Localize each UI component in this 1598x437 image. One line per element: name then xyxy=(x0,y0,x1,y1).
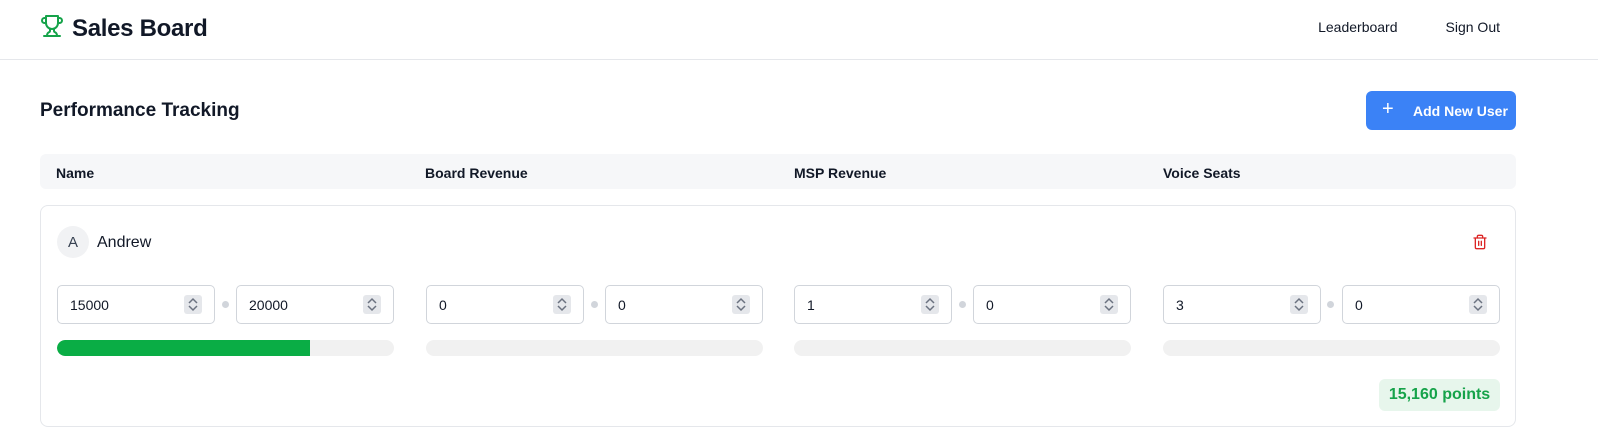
nav-sign-out-link[interactable]: Sign Out xyxy=(1446,19,1500,35)
voice-seats-actual-input[interactable]: 1 xyxy=(794,285,952,324)
input-value: 15000 xyxy=(70,297,109,313)
spinner-arrows-icon[interactable] xyxy=(1100,295,1118,314)
separator-dot xyxy=(959,301,966,308)
trophy-icon xyxy=(40,14,64,43)
input-value: 0 xyxy=(1355,297,1363,313)
msp-revenue-progress-bar xyxy=(426,340,763,356)
msp-revenue-actual-input[interactable]: 0 xyxy=(426,285,584,324)
points-badge: 15,160 points xyxy=(1379,379,1500,411)
table-header: Name Board Revenue MSP Revenue Voice Sea… xyxy=(40,154,1516,189)
board-revenue-target-input[interactable]: 20000 xyxy=(236,285,394,324)
brand[interactable]: Sales Board xyxy=(40,14,208,43)
voice-seats-progress-bar xyxy=(794,340,1131,356)
input-value: 0 xyxy=(986,297,994,313)
top-nav: Leaderboard Sign Out xyxy=(1318,19,1500,35)
spinner-arrows-icon[interactable] xyxy=(363,295,381,314)
board-revenue-progress-bar xyxy=(57,340,394,356)
extra-metric-actual-input[interactable]: 3 xyxy=(1163,285,1321,324)
input-value: 0 xyxy=(618,297,626,313)
spinner-arrows-icon[interactable] xyxy=(1469,295,1487,314)
page-title: Performance Tracking xyxy=(40,100,240,121)
spinner-arrows-icon[interactable] xyxy=(1290,295,1308,314)
nav-leaderboard-link[interactable]: Leaderboard xyxy=(1318,19,1397,35)
plus-icon: + xyxy=(1382,98,1394,120)
column-header-msp-revenue: MSP Revenue xyxy=(794,165,887,181)
user-card: A Andrew 15000 20000 0 0 1 0 3 0 15,160 … xyxy=(40,205,1516,427)
input-value: 1 xyxy=(807,297,815,313)
spinner-arrows-icon[interactable] xyxy=(553,295,571,314)
progress-fill xyxy=(57,340,310,356)
separator-dot xyxy=(1327,301,1334,308)
input-value: 3 xyxy=(1176,297,1184,313)
voice-seats-target-input[interactable]: 0 xyxy=(973,285,1131,324)
add-new-user-label: Add New User xyxy=(1413,103,1508,119)
extra-metric-progress-bar xyxy=(1163,340,1500,356)
extra-metric-target-input[interactable]: 0 xyxy=(1342,285,1500,324)
column-header-board-revenue: Board Revenue xyxy=(425,165,528,181)
spinner-arrows-icon[interactable] xyxy=(184,295,202,314)
add-new-user-button[interactable]: + Add New User xyxy=(1366,91,1516,130)
top-navbar: Sales Board Leaderboard Sign Out xyxy=(0,0,1598,60)
spinner-arrows-icon[interactable] xyxy=(732,295,750,314)
spinner-arrows-icon[interactable] xyxy=(921,295,939,314)
user-name: Andrew xyxy=(97,234,152,251)
separator-dot xyxy=(222,301,229,308)
trash-icon[interactable] xyxy=(1472,234,1488,250)
avatar: A xyxy=(57,226,89,258)
column-header-voice-seats: Voice Seats xyxy=(1163,165,1241,181)
column-header-name: Name xyxy=(56,165,95,181)
separator-dot xyxy=(591,301,598,308)
input-value: 0 xyxy=(439,297,447,313)
app-title: Sales Board xyxy=(72,14,208,42)
board-revenue-actual-input[interactable]: 15000 xyxy=(57,285,215,324)
input-value: 20000 xyxy=(249,297,288,313)
msp-revenue-target-input[interactable]: 0 xyxy=(605,285,763,324)
